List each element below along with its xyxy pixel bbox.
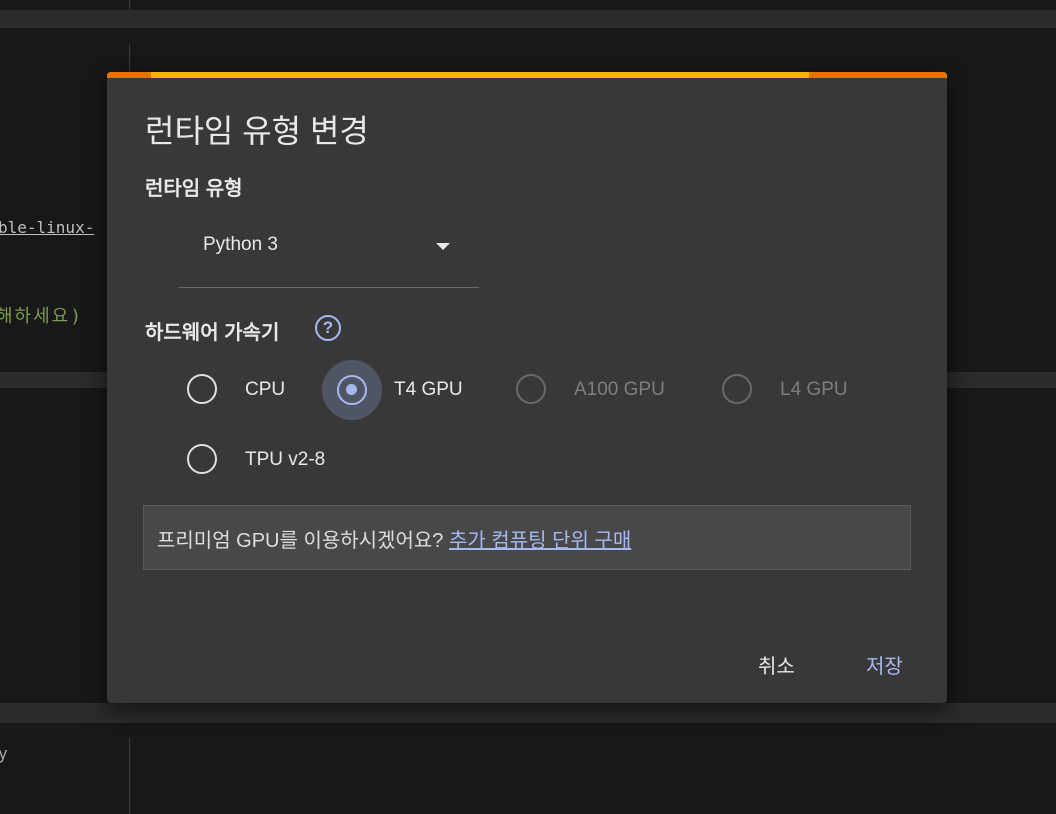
premium-gpu-question: 프리미엄 GPU를 이용하시겠어요? bbox=[157, 530, 444, 552]
change-runtime-dialog: 런타임 유형 변경 런타임 유형 Python 3 하드웨어 가속기 ? CPU… bbox=[107, 72, 947, 703]
cell-gutter-line bbox=[129, 0, 130, 10]
cell-gutter-line bbox=[129, 738, 130, 814]
radio-a100-gpu-label: A100 GPU bbox=[574, 379, 665, 400]
help-icon[interactable]: ? bbox=[315, 315, 341, 341]
dialog-title: 런타임 유형 변경 bbox=[145, 113, 369, 149]
radio-button-icon bbox=[187, 444, 217, 474]
dropdown-arrow-icon bbox=[436, 243, 450, 250]
cell-separator bbox=[0, 10, 1056, 28]
radio-button-icon bbox=[187, 374, 217, 404]
radio-button-icon bbox=[722, 374, 752, 404]
cell-separator bbox=[0, 703, 1056, 723]
radio-dot bbox=[346, 384, 357, 395]
dialog-top-bar-accent-right bbox=[809, 72, 947, 78]
code-comment-fragment: 해하세요) bbox=[0, 306, 84, 327]
radio-cpu-label: CPU bbox=[245, 379, 286, 400]
runtime-type-label: 런타임 유형 bbox=[145, 178, 243, 200]
dialog-top-bar-accent-left bbox=[107, 72, 151, 78]
code-link-fragment[interactable]: ble-linux- bbox=[0, 218, 94, 237]
premium-gpu-banner-content: 프리미엄 GPU를 이용하시겠어요? 추가 컴퓨팅 단위 구매 bbox=[157, 524, 631, 553]
runtime-type-value: Python 3 bbox=[203, 234, 278, 255]
radio-button-selected-icon bbox=[337, 375, 367, 405]
runtime-type-select[interactable]: Python 3 bbox=[179, 224, 479, 288]
radio-l4-gpu-label: L4 GPU bbox=[780, 379, 848, 400]
radio-tpu-v2-8-label: TPU v2-8 bbox=[245, 449, 326, 470]
radio-button-icon bbox=[516, 374, 546, 404]
premium-gpu-banner: 프리미엄 GPU를 이용하시겠어요? 추가 컴퓨팅 단위 구매 bbox=[143, 505, 911, 570]
buy-compute-units-link[interactable]: 추가 컴퓨팅 단위 구매 bbox=[449, 530, 631, 552]
radio-t4-gpu-label: T4 GPU bbox=[394, 379, 463, 400]
code-output-fragment: y bbox=[0, 744, 8, 763]
save-button[interactable]: 저장 bbox=[860, 646, 909, 683]
cancel-button[interactable]: 취소 bbox=[752, 646, 801, 683]
hardware-accelerator-label: 하드웨어 가속기 bbox=[145, 322, 280, 344]
